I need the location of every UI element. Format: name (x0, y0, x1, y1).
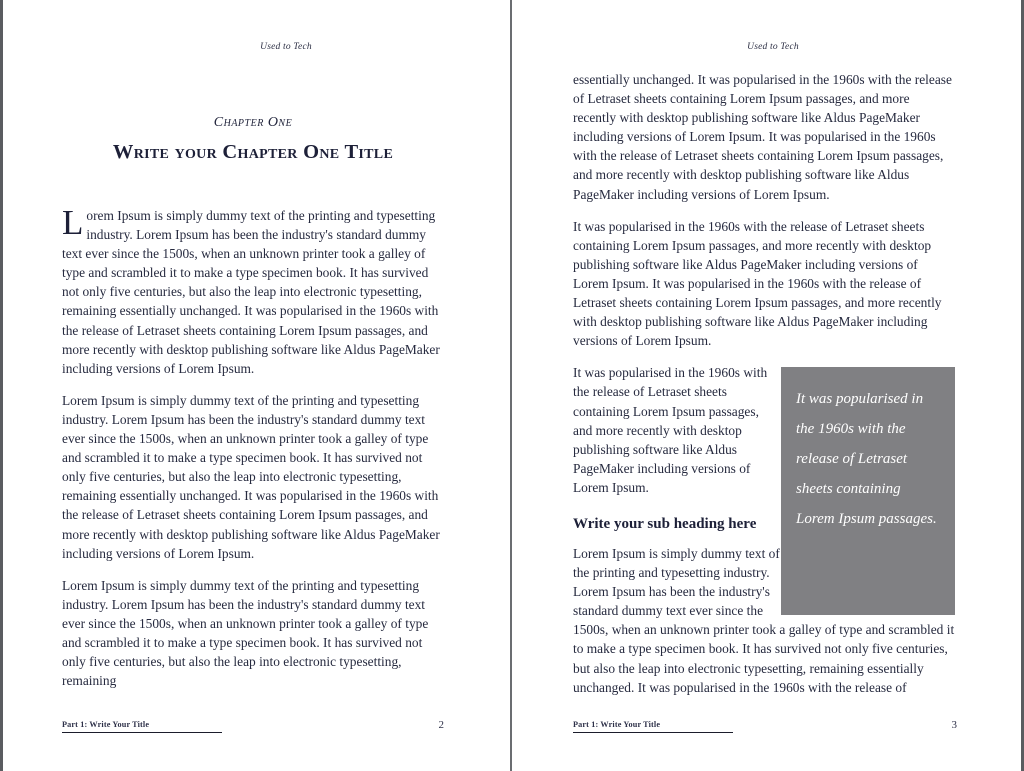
paragraph-2: Lorem Ipsum is simply dummy text of the … (62, 392, 440, 561)
page-3: Used to Tech essentially unchanged. It w… (573, 0, 1021, 771)
page-number: 2 (438, 719, 445, 731)
page-number: 3 (951, 719, 958, 731)
page-2-footer: Part 1: Write Your Title 2 (62, 719, 445, 733)
footer-rule (573, 732, 733, 733)
page-2-content: Chapter One Write your Chapter One Title… (62, 70, 444, 703)
paragraph-1: essentially unchanged. It was popularise… (573, 72, 952, 202)
page-3-content: essentially unchanged. It was popularise… (573, 70, 955, 710)
page-divider (510, 0, 512, 771)
footer-label: Part 1: Write Your Title (62, 720, 150, 729)
footer-label: Part 1: Write Your Title (573, 720, 661, 729)
running-header-page-3: Used to Tech (747, 42, 799, 52)
paragraph-1: Lorem Ipsum is simply dummy text of the … (62, 203, 444, 378)
paragraph-2: It was popularised in the 1960s with the… (573, 218, 942, 349)
chapter-eyebrow: Chapter One (213, 115, 293, 130)
chapter-title: Write your Chapter One Title (112, 141, 394, 163)
window-left-border (0, 0, 3, 771)
footer-rule-wrap: Part 1: Write Your Title (573, 720, 733, 733)
page-3-footer: Part 1: Write Your Title 3 (573, 719, 958, 733)
page-2: Used to Tech Chapter One Write your Chap… (62, 0, 510, 771)
drop-cap: L (62, 203, 84, 242)
pull-quote-box: It was popularised in the 1960s with the… (781, 367, 955, 616)
paragraph-3: Lorem Ipsum is simply dummy text of the … (62, 577, 429, 689)
footer-rule-wrap: Part 1: Write Your Title (62, 720, 222, 733)
running-header-page-2: Used to Tech (260, 42, 312, 52)
document-viewport: Used to Tech Chapter One Write your Chap… (0, 0, 1024, 771)
paragraph-1-text: orem Ipsum is simply dummy text of the p… (62, 208, 440, 376)
footer-rule (62, 732, 222, 733)
